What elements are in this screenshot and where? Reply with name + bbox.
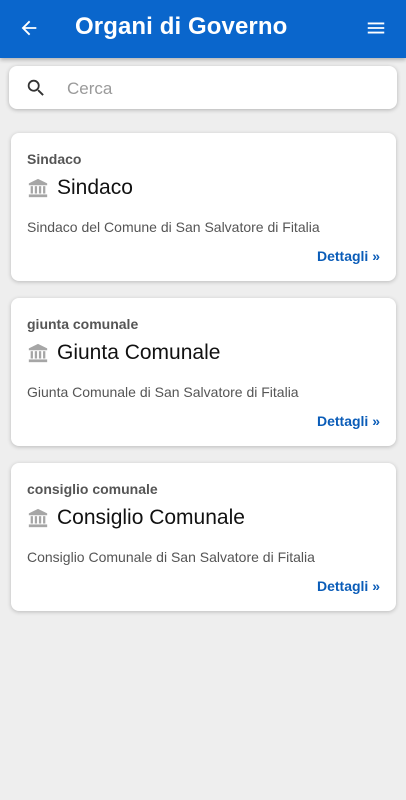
details-link[interactable]: Dettagli » — [317, 578, 380, 594]
hamburger-menu-icon — [367, 22, 385, 34]
building-icon — [28, 508, 48, 528]
card-category: giunta comunale — [27, 316, 139, 332]
details-link[interactable]: Dettagli » — [317, 413, 380, 429]
card-header: Consiglio Comunale — [27, 504, 245, 532]
details-link[interactable]: Dettagli » — [317, 248, 380, 264]
card-description: Giunta Comunale di San Salvatore di Fita… — [27, 384, 299, 400]
search-bar — [9, 66, 397, 109]
menu-button[interactable] — [360, 12, 392, 44]
card-category: Sindaco — [27, 151, 82, 167]
arrow-left-icon — [21, 20, 37, 36]
card-sindaco[interactable]: Sindaco Sindaco Sindaco del Comune di Sa… — [11, 133, 396, 281]
card-header: Giunta Comunale — [27, 339, 220, 367]
card-title: Sindaco — [57, 176, 133, 199]
page-title: Organi di Governo — [75, 13, 288, 40]
card-header: Sindaco — [27, 174, 133, 202]
card-title: Consiglio Comunale — [57, 506, 245, 529]
app-bar: Organi di Governo — [0, 0, 406, 58]
building-icon — [28, 343, 48, 363]
card-giunta-comunale[interactable]: giunta comunale Giunta Comunale Giunta C… — [11, 298, 396, 446]
card-description: Consiglio Comunale di San Salvatore di F… — [27, 549, 315, 565]
search-input[interactable] — [65, 74, 389, 103]
card-category: consiglio comunale — [27, 481, 158, 497]
card-consiglio-comunale[interactable]: consiglio comunale Consiglio Comunale Co… — [11, 463, 396, 611]
card-title: Giunta Comunale — [57, 341, 221, 364]
search-icon[interactable] — [25, 77, 47, 99]
card-description: Sindaco del Comune di San Salvatore di F… — [27, 219, 320, 235]
building-icon — [28, 178, 48, 198]
back-button[interactable] — [12, 11, 46, 45]
